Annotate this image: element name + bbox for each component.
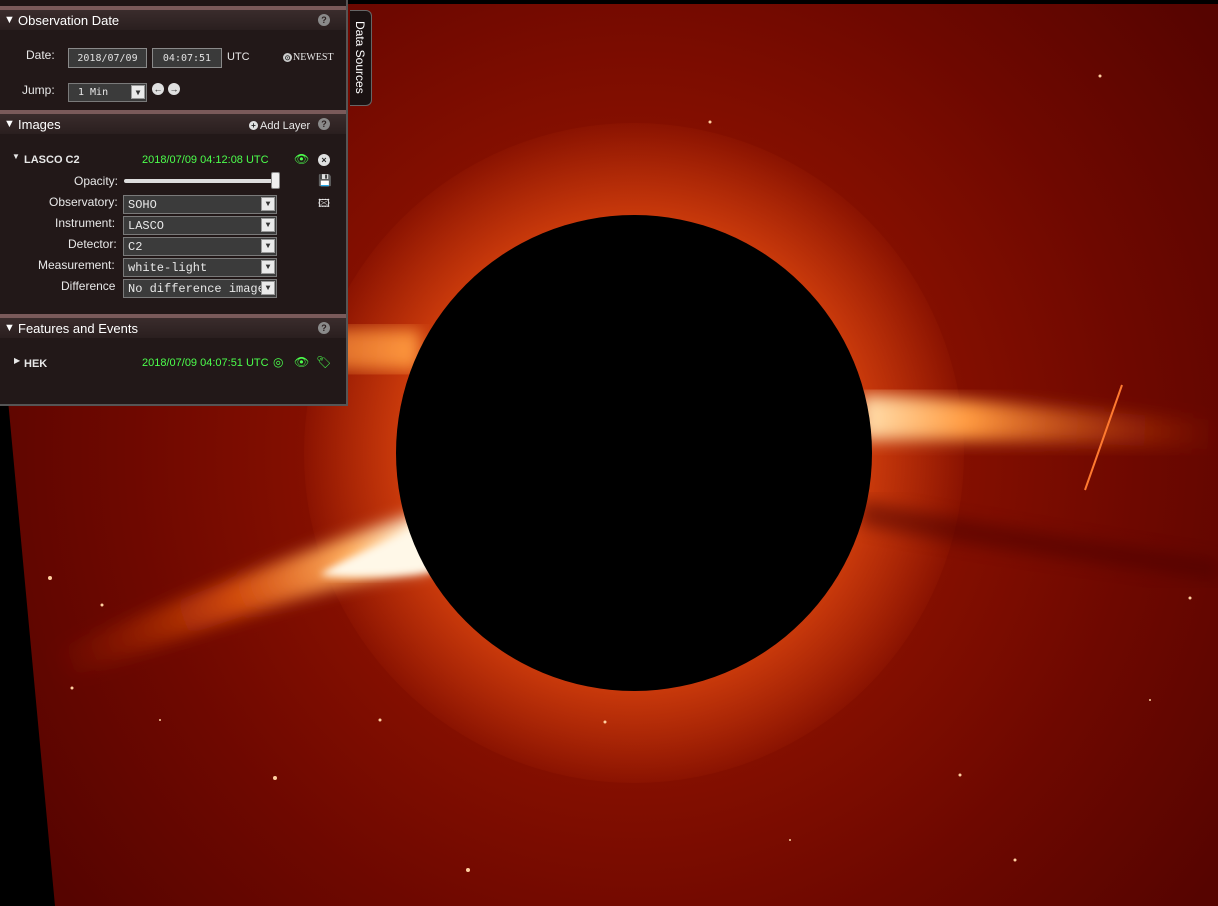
help-icon[interactable]: ? [318, 322, 330, 334]
observation-date-body: Date: 2018/07/09 04:07:51 UTC ⊙ NEWEST J… [0, 30, 346, 110]
features-events-body: ▶ HEK 2018/07/09 04:07:51 UTC ◎ 👁 🏷 [0, 338, 346, 404]
add-layer-button[interactable]: Add Layer [260, 120, 310, 132]
chevron-down-icon: ▼ [261, 197, 275, 211]
detector-label: Detector: [68, 237, 117, 251]
opacity-slider-track[interactable] [124, 179, 276, 183]
help-icon[interactable]: ? [318, 14, 330, 26]
jump-select[interactable]: 1 Min ▼ [68, 83, 147, 102]
images-body: ▼ LASCO C2 2018/07/09 04:12:08 UTC 👁 × O… [0, 134, 346, 314]
chevron-down-icon: ▼ [131, 85, 145, 99]
images-header[interactable]: ▼ Images + Add Layer ? [0, 110, 346, 134]
expand-triangle-icon[interactable]: ▶ [14, 356, 20, 365]
instrument-label: Instrument: [55, 216, 116, 230]
measurement-label: Measurement: [38, 258, 115, 272]
chevron-down-icon: ▼ [261, 239, 275, 253]
time-input[interactable]: 04:07:51 [152, 48, 222, 68]
hek-name: HEK [24, 358, 48, 370]
eye-visibility-icon[interactable]: 👁 [294, 355, 309, 369]
measurement-select[interactable]: white-light ▼ [123, 258, 277, 277]
section-title: Images [18, 116, 61, 132]
collapse-triangle-icon[interactable]: ▼ [4, 322, 15, 334]
instrument-select-value: LASCO [128, 218, 165, 233]
help-icon[interactable]: ? [318, 118, 330, 130]
opacity-slider-handle[interactable] [271, 172, 280, 189]
save-icon[interactable]: 💾 [318, 174, 332, 187]
data-sources-label: Data Sources [353, 21, 367, 94]
newest-button[interactable]: NEWEST [293, 52, 334, 63]
control-panel: ▼ Observation Date ? Date: 2018/07/09 04… [0, 0, 348, 406]
clock-icon[interactable]: ⊙ [283, 53, 292, 62]
timezone-label: UTC [227, 51, 250, 63]
eye-visibility-icon[interactable]: 👁 [294, 152, 309, 166]
collapse-triangle-icon[interactable]: ▼ [4, 118, 15, 130]
features-events-header[interactable]: ▼ Features and Events ? [0, 314, 346, 338]
section-title: Features and Events [18, 320, 138, 336]
instrument-select[interactable]: LASCO ▼ [123, 216, 277, 235]
chevron-down-icon: ▼ [261, 260, 275, 274]
target-icon[interactable]: ◎ [273, 355, 283, 369]
expand-triangle-icon[interactable]: ▼ [12, 152, 20, 161]
detector-select-value: C2 [128, 239, 143, 254]
plus-icon[interactable]: + [249, 121, 258, 130]
opacity-label: Opacity: [74, 174, 119, 188]
layer-name: LASCO C2 [24, 154, 80, 166]
date-label: Date: [26, 48, 55, 62]
jump-label: Jump: [22, 83, 55, 97]
measurement-select-value: white-light [128, 260, 208, 275]
difference-label: Difference [61, 279, 116, 293]
remove-layer-icon[interactable]: × [318, 154, 330, 166]
collapse-triangle-icon[interactable]: ▼ [4, 14, 15, 26]
hek-timestamp: 2018/07/09 04:07:51 UTC [142, 357, 269, 369]
section-title: Observation Date [18, 12, 120, 28]
image-download-icon[interactable]: 🖾 [318, 195, 330, 214]
observatory-select-value: SOHO [128, 197, 157, 212]
difference-select[interactable]: No difference image ▼ [123, 279, 277, 298]
observatory-label: Observatory: [49, 195, 118, 209]
observatory-select[interactable]: SOHO ▼ [123, 195, 277, 214]
difference-select-value: No difference image [128, 281, 265, 296]
observation-date-header[interactable]: ▼ Observation Date ? [0, 6, 346, 30]
jump-forward-icon[interactable]: → [168, 83, 180, 95]
jump-select-value: 1 Min [78, 87, 109, 98]
date-input[interactable]: 2018/07/09 [68, 48, 147, 68]
tag-icon[interactable]: 🏷 [316, 355, 331, 369]
layer-timestamp: 2018/07/09 04:12:08 UTC [142, 154, 269, 166]
detector-select[interactable]: C2 ▼ [123, 237, 277, 256]
chevron-down-icon: ▼ [261, 218, 275, 232]
chevron-down-icon: ▼ [261, 281, 275, 295]
jump-back-icon[interactable]: ← [152, 83, 164, 95]
data-sources-tab[interactable]: Data Sources [350, 10, 372, 106]
